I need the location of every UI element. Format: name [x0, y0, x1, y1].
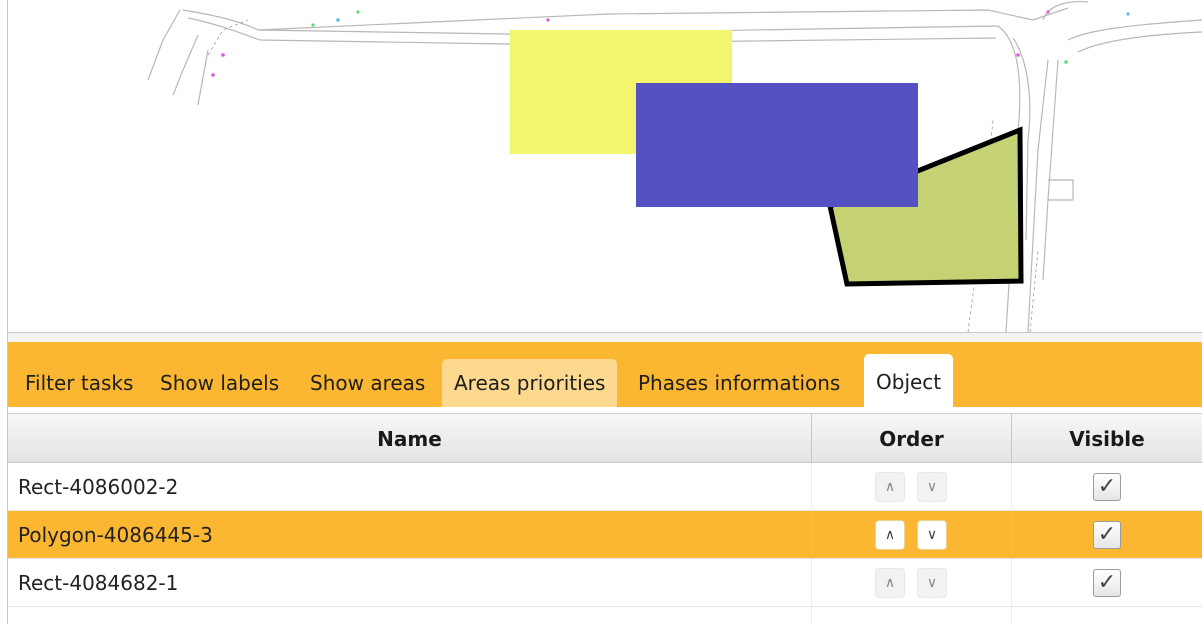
- table-header: Name Order Visible: [8, 413, 1202, 464]
- tab-areas-priorities[interactable]: Areas priorities: [442, 359, 618, 407]
- tab-show-areas[interactable]: Show areas: [298, 359, 437, 407]
- tab-show-labels[interactable]: Show labels: [148, 359, 291, 407]
- map-canvas[interactable]: [8, 0, 1202, 332]
- column-divider: [1011, 559, 1012, 607]
- visible-checkbox[interactable]: ✓: [1093, 521, 1121, 549]
- move-up-button[interactable]: ∧: [875, 520, 905, 550]
- column-divider: [1011, 607, 1012, 624]
- move-up-button[interactable]: ∧: [875, 568, 905, 598]
- move-down-button[interactable]: ∨: [917, 520, 947, 550]
- map-bottom-border: [8, 332, 1202, 342]
- tab-bar: Filter tasks Show labels Show areas Area…: [8, 342, 1202, 407]
- column-header-visible[interactable]: Visible: [1011, 414, 1202, 464]
- column-header-order[interactable]: Order: [811, 414, 1011, 464]
- visible-checkbox[interactable]: ✓: [1093, 473, 1121, 501]
- table-row[interactable]: Rect-4086002-2 ∧ ∨ ✓: [8, 463, 1202, 511]
- empty-table-row: [8, 607, 1202, 624]
- row-name: Rect-4084682-1: [18, 571, 179, 595]
- column-divider: [1011, 463, 1012, 511]
- column-divider: [811, 511, 812, 559]
- move-down-button[interactable]: ∨: [917, 568, 947, 598]
- row-name: Polygon-4086445-3: [18, 523, 213, 547]
- map-drawing: [147, 0, 1202, 332]
- tab-filter-tasks[interactable]: Filter tasks: [13, 359, 145, 407]
- area-rect-blue[interactable]: [636, 83, 918, 207]
- visible-checkbox[interactable]: ✓: [1093, 569, 1121, 597]
- table-row[interactable]: Rect-4084682-1 ∧ ∨ ✓: [8, 559, 1202, 607]
- objects-table: Name Order Visible Rect-4086002-2 ∧ ∨ ✓ …: [8, 413, 1202, 624]
- column-header-name[interactable]: Name: [8, 414, 811, 464]
- move-down-button[interactable]: ∨: [917, 472, 947, 502]
- column-divider: [1011, 511, 1012, 559]
- table-row-selected[interactable]: Polygon-4086445-3 ∧ ∨ ✓: [8, 511, 1202, 559]
- column-divider: [811, 463, 812, 511]
- window-left-edge: [0, 0, 8, 624]
- move-up-button[interactable]: ∧: [875, 472, 905, 502]
- tab-phases-informations[interactable]: Phases informations: [626, 359, 852, 407]
- tab-object[interactable]: Object: [864, 354, 954, 407]
- column-divider: [811, 607, 812, 624]
- row-name: Rect-4086002-2: [18, 475, 179, 499]
- column-divider: [811, 559, 812, 607]
